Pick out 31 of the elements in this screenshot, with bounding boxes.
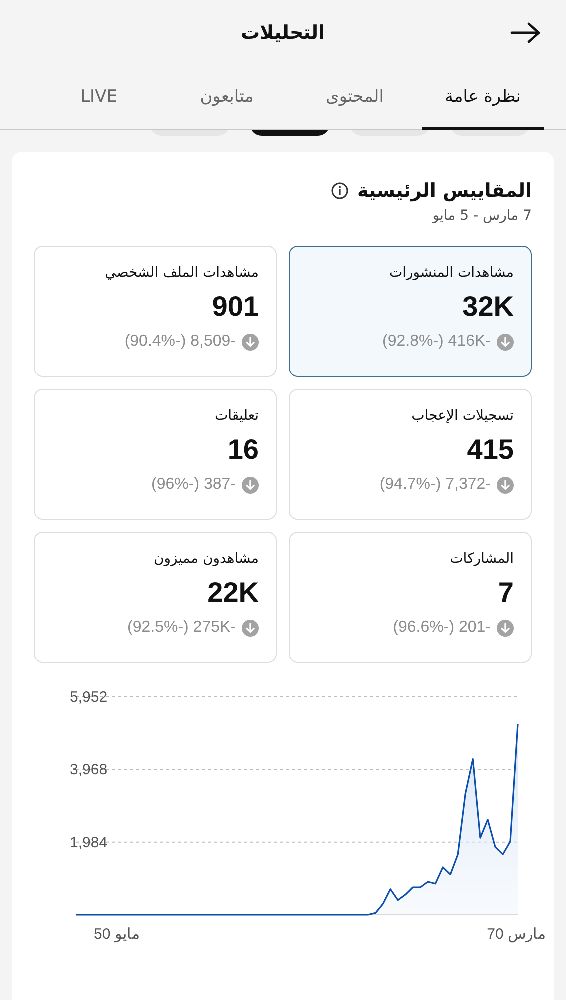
metric-value: 22K <box>208 577 259 609</box>
metric-label: مشاهدات المنشورات <box>389 265 514 281</box>
axis-label: 1,984 <box>70 834 108 852</box>
metric-label: تعليقات <box>214 408 259 424</box>
change-text: (96.6%-) 201- <box>393 619 491 637</box>
metric-value: 32K <box>462 291 514 323</box>
date-range: 7 مارس - 5 مايو <box>431 208 532 224</box>
metric-value: 901 <box>212 291 259 323</box>
metric-label: مشاهدون مميزون <box>154 551 259 567</box>
change-text: (92.5%-) 275K- <box>128 619 236 637</box>
info-icon[interactable] <box>331 182 350 200</box>
change-text: (96%-) 387- <box>152 476 236 494</box>
metric-value: 16 <box>228 434 259 466</box>
axis-label: 3,968 <box>70 762 108 779</box>
axis-label: 5,952 <box>70 689 108 706</box>
section-title: المقاييس الرئيسية <box>357 180 532 202</box>
metric-label: مشاهدات الملف الشخصي <box>105 265 259 281</box>
axis-label: مايو 50 <box>94 925 140 943</box>
axis-label: مارس 70 <box>487 925 546 943</box>
metric-label: تسجيلات الإعجاب <box>412 408 514 424</box>
page-title: التحليلات <box>240 22 326 44</box>
change-text: (92.8%-) 416K- <box>382 333 491 351</box>
tab[interactable]: LIVE <box>38 66 160 130</box>
metric-label: المشاركات <box>450 551 514 567</box>
change-text: (94.7%-) 7,372- <box>380 476 491 494</box>
tab[interactable]: متابعون <box>166 66 288 130</box>
metric-value: 7 <box>498 577 514 609</box>
tab[interactable]: المحتوى <box>294 66 416 130</box>
arrow-icon[interactable] <box>510 21 542 45</box>
metric-value: 415 <box>467 434 514 466</box>
change-text: (90.4%-) 8,509- <box>124 333 236 351</box>
